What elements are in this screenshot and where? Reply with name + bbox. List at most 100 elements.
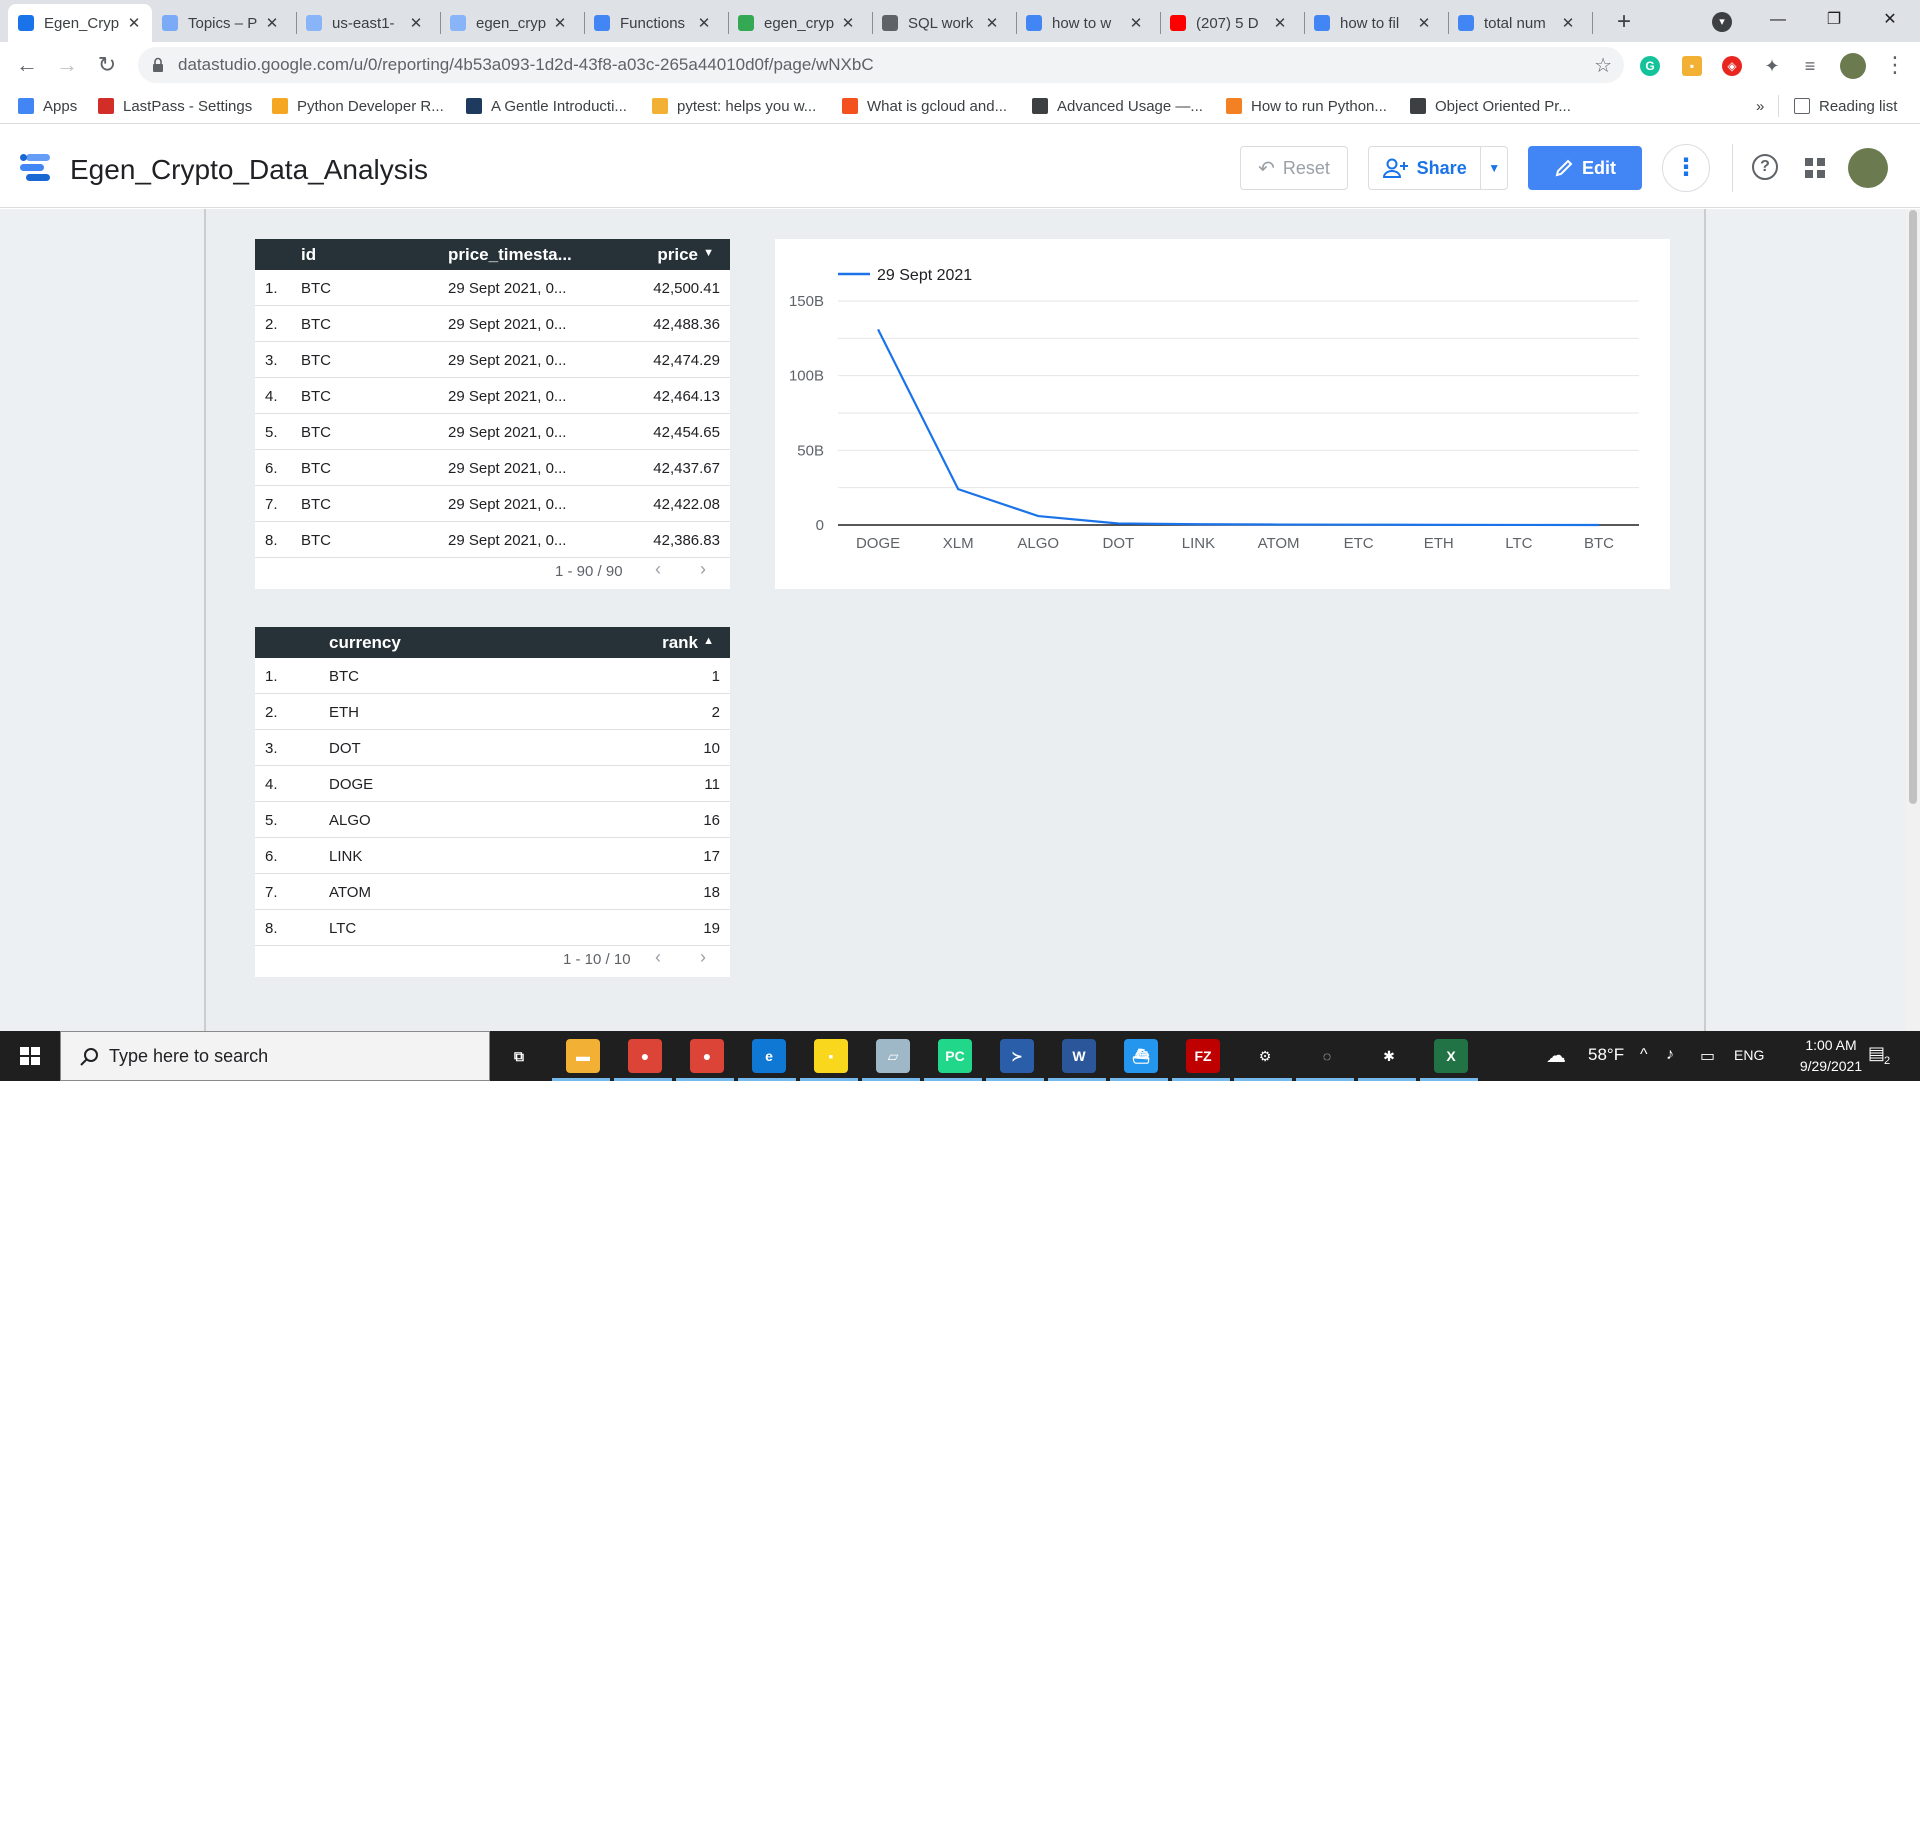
address-bar[interactable]: datastudio.google.com/u/0/reporting/4b53…	[138, 47, 1624, 83]
minimize-icon[interactable]: —	[1758, 4, 1798, 36]
tab-close-icon[interactable]: ✕	[1128, 14, 1144, 32]
clock-time[interactable]: 1:00 AM	[1786, 1037, 1876, 1053]
share-button[interactable]: Share	[1369, 147, 1482, 189]
table-row[interactable]: 6. BTC 29 Sept 2021, 0... 42,437.67	[255, 450, 730, 486]
tab-close-icon[interactable]: ✕	[1560, 14, 1576, 32]
tab-close-icon[interactable]: ✕	[264, 14, 280, 32]
column-header-timestamp[interactable]: price_timesta...	[448, 245, 572, 265]
tab-close-icon[interactable]: ✕	[126, 14, 142, 32]
profile-avatar[interactable]	[1840, 53, 1866, 79]
next-page-icon[interactable]: ›	[700, 559, 706, 580]
edit-button[interactable]: Edit	[1528, 146, 1642, 190]
weather-icon[interactable]: ☁	[1546, 1043, 1566, 1068]
column-header-rank[interactable]: rank	[662, 633, 698, 653]
table-row[interactable]: 1. BTC 1	[255, 658, 730, 694]
table-row[interactable]: 7. BTC 29 Sept 2021, 0... 42,422.08	[255, 486, 730, 522]
column-header-id[interactable]: id	[301, 245, 316, 265]
tab-close-icon[interactable]: ✕	[1416, 14, 1432, 32]
bookmarks-overflow-icon[interactable]: »	[1756, 95, 1764, 117]
series-line[interactable]	[877, 328, 1599, 527]
reload-icon[interactable]: ↻	[92, 50, 122, 80]
table-row[interactable]: 3. DOT 10	[255, 730, 730, 766]
bookmark-item[interactable]: Python Developer R...	[272, 95, 444, 117]
reading-list-button[interactable]: Reading list	[1794, 95, 1897, 117]
taskbar-app-task-view-icon[interactable]: ⧉	[502, 1039, 536, 1073]
weather-temperature[interactable]: 58°F	[1588, 1045, 1624, 1065]
more-options-icon[interactable]: ⋮	[1662, 144, 1710, 192]
restore-icon[interactable]: ❐	[1814, 4, 1854, 36]
tab-close-icon[interactable]: ✕	[984, 14, 1000, 32]
table-row[interactable]: 5. ALGO 16	[255, 802, 730, 838]
share-dropdown-icon[interactable]: ▼	[1481, 147, 1507, 189]
back-icon[interactable]: ←	[12, 50, 42, 80]
taskbar-app-sync-app-icon[interactable]: ◌	[1310, 1039, 1344, 1073]
browser-tab[interactable]: how to w ✕	[1016, 4, 1154, 42]
extensions-puzzle-icon[interactable]: ✦	[1762, 56, 1782, 76]
taskbar-search-box[interactable]: Type here to search	[60, 1031, 490, 1081]
sort-asc-icon[interactable]: ▲	[703, 635, 714, 647]
table-row[interactable]: 4. BTC 29 Sept 2021, 0... 42,464.13	[255, 378, 730, 414]
scrollbar-thumb[interactable]	[1909, 210, 1917, 804]
tab-search-icon[interactable]: ▾	[1712, 12, 1732, 32]
taskbar-app-excel-icon[interactable]: X	[1434, 1039, 1468, 1073]
taskbar-app-chrome-icon[interactable]: ●	[628, 1039, 662, 1073]
browser-tab[interactable]: us-east1- ✕	[296, 4, 434, 42]
table-row[interactable]: 1. BTC 29 Sept 2021, 0... 42,500.41	[255, 270, 730, 306]
bookmark-item[interactable]: pytest: helps you w...	[652, 95, 816, 117]
taskbar-app-spider-app-icon[interactable]: ✱	[1372, 1039, 1406, 1073]
bookmark-item[interactable]: LastPass - Settings	[98, 95, 252, 117]
tab-close-icon[interactable]: ✕	[408, 14, 424, 32]
browser-tab[interactable]: (207) 5 D ✕	[1160, 4, 1298, 42]
help-icon[interactable]: ?	[1752, 154, 1778, 180]
windows-start-icon[interactable]	[0, 1031, 60, 1081]
tab-close-icon[interactable]: ✕	[1272, 14, 1288, 32]
browser-tab[interactable]: total num ✕	[1448, 4, 1586, 42]
price-table[interactable]: id price_timesta... price ▼ 1. BTC 29 Sept…	[255, 239, 730, 589]
battery-icon[interactable]: ▭	[1700, 1046, 1715, 1066]
new-tab-button[interactable]: +	[1612, 8, 1636, 36]
table-row[interactable]: 2. ETH 2	[255, 694, 730, 730]
notifications-icon[interactable]: ▤	[1868, 1043, 1885, 1064]
prev-page-icon[interactable]: ‹	[655, 947, 661, 968]
taskbar-app-pycharm-icon[interactable]: PC	[938, 1039, 972, 1073]
table-row[interactable]: 4. DOGE 11	[255, 766, 730, 802]
rank-table[interactable]: currency rank ▲ 1. BTC 1 2. ETH 2 3. DOT 10 4. DOG…	[255, 627, 730, 977]
taskbar-app-filezilla-icon[interactable]: FZ	[1186, 1039, 1220, 1073]
table-row[interactable]: 7. ATOM 18	[255, 874, 730, 910]
taskbar-app-notepad-icon[interactable]: ▱	[876, 1039, 910, 1073]
bookmark-star-icon[interactable]: ☆	[1594, 53, 1612, 78]
browser-tab[interactable]: SQL work ✕	[872, 4, 1010, 42]
table-row[interactable]: 5. BTC 29 Sept 2021, 0... 42,454.65	[255, 414, 730, 450]
taskbar-app-word-icon[interactable]: W	[1062, 1039, 1096, 1073]
browser-tab[interactable]: Functions ✕	[584, 4, 722, 42]
tab-close-icon[interactable]: ✕	[552, 14, 568, 32]
legend-label[interactable]: 29 Sept 2021	[877, 267, 972, 284]
bookmark-item[interactable]: A Gentle Introducti...	[466, 95, 627, 117]
browser-tab[interactable]: egen_cryp ✕	[440, 4, 578, 42]
bookmark-item[interactable]: How to run Python...	[1226, 95, 1387, 117]
column-header-currency[interactable]: currency	[329, 633, 401, 653]
line-chart[interactable]: 0 50B 100B 150B DOGE XLM ALGO DOT LINK ATOM ETC ETH…	[775, 239, 1670, 589]
browser-tab[interactable]: Topics – P ✕	[152, 4, 290, 42]
browser-tab[interactable]: egen_cryp ✕	[728, 4, 866, 42]
ublock-icon[interactable]: ◈	[1722, 56, 1742, 76]
chevron-up-icon[interactable]: ^	[1640, 1046, 1648, 1064]
taskbar-app-docker-icon[interactable]: ⛴	[1124, 1039, 1158, 1073]
volume-icon[interactable]: ♪	[1666, 1046, 1674, 1064]
taskbar-app-powershell-icon[interactable]: ≻	[1000, 1039, 1034, 1073]
language-indicator[interactable]: ENG	[1734, 1047, 1764, 1063]
table-row[interactable]: 8. LTC 19	[255, 910, 730, 946]
close-window-icon[interactable]: ✕	[1870, 4, 1910, 36]
taskbar-app-settings-icon[interactable]: ⚙	[1248, 1039, 1282, 1073]
prev-page-icon[interactable]: ‹	[655, 559, 661, 580]
bookmark-item[interactable]: Object Oriented Pr...	[1410, 95, 1571, 117]
browser-tab[interactable]: how to fil ✕	[1304, 4, 1442, 42]
grammarly-icon[interactable]: G	[1640, 56, 1660, 76]
extension-folder-icon[interactable]: ▪	[1682, 56, 1702, 76]
table-row[interactable]: 3. BTC 29 Sept 2021, 0... 42,474.29	[255, 342, 730, 378]
table-row[interactable]: 6. LINK 17	[255, 838, 730, 874]
taskbar-app-file-explorer-icon[interactable]: ▬	[566, 1039, 600, 1073]
next-page-icon[interactable]: ›	[700, 947, 706, 968]
sort-desc-icon[interactable]: ▼	[703, 247, 714, 259]
tab-close-icon[interactable]: ✕	[696, 14, 712, 32]
